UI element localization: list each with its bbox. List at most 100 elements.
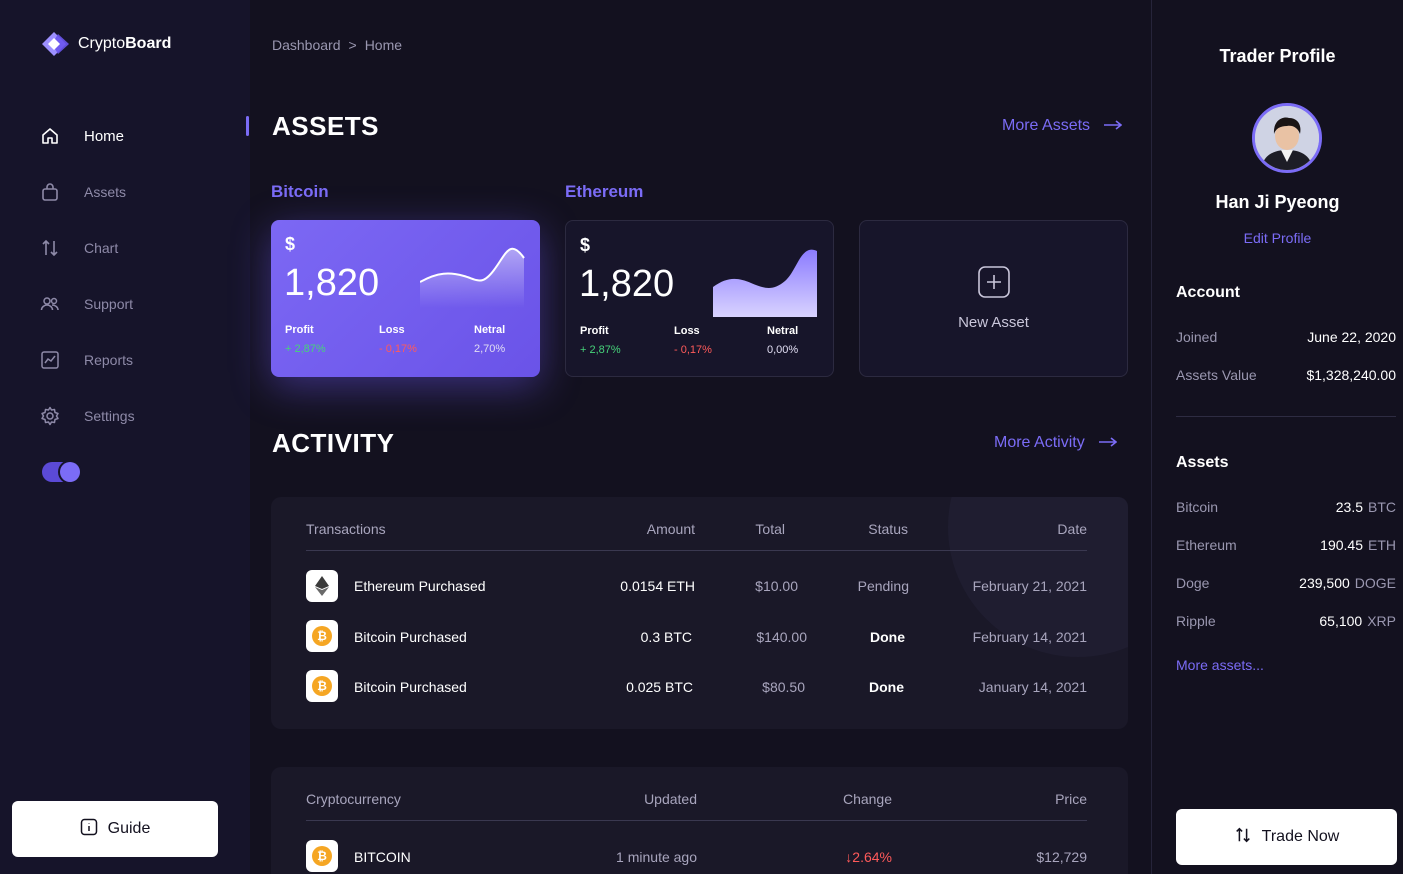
report-chart-icon [40, 350, 60, 370]
header-cryptocurrency: Cryptocurrency [306, 791, 401, 807]
table-row[interactable]: ₿ Bitcoin Purchased 0.3 BTC $140.00 Done… [306, 612, 1087, 662]
asset-value: 1,820 [284, 262, 380, 304]
holding-row: Bitcoin 23.5 BTC [1176, 499, 1396, 515]
trader-profile-panel: Trader Profile Han Ji Pyeong Edit Profil… [1151, 0, 1403, 874]
gear-icon [40, 406, 60, 426]
transactions-table: Transactions Amount Total Status Date Et… [271, 497, 1128, 729]
trade-now-button[interactable]: Trade Now [1176, 809, 1397, 865]
cryptocurrency-table: Cryptocurrency Updated Change Price ₿ BI… [271, 767, 1128, 874]
sidebar-item-assets[interactable]: Assets [40, 164, 135, 220]
app-name: CryptoBoard [78, 35, 172, 52]
plus-icon [977, 266, 1010, 302]
status-badge: Pending [857, 578, 909, 594]
transaction-amount: 0.025 BTC [626, 679, 693, 695]
loss-stat: Loss - 0,17% [674, 325, 712, 356]
swap-arrows-icon [40, 238, 60, 258]
profit-stat: Profit + 2,87% [580, 325, 621, 356]
breadcrumb-home[interactable]: Home [365, 37, 402, 53]
assets-section-title: Assets [1176, 454, 1229, 471]
holding-row: Ethereum 190.45 ETH [1176, 537, 1396, 553]
sidebar-item-label: Chart [84, 240, 119, 256]
activity-title: ACTIVITY [272, 428, 395, 458]
users-icon [40, 294, 60, 314]
account-section-title: Account [1176, 284, 1240, 301]
crypto-change: ↓2.64% [845, 849, 892, 865]
swap-arrows-icon [1234, 826, 1252, 849]
holding-row: Doge 239,500 DOGE [1176, 575, 1396, 591]
transaction-total: $10.00 [755, 578, 798, 594]
sidebar: CryptoBoard Home Assets Chart Support Re… [0, 0, 250, 874]
joined-row: Joined June 22, 2020 [1176, 329, 1396, 345]
sidebar-item-label: Support [84, 296, 134, 312]
bitcoin-asset-card[interactable]: $ 1,820 Profit + 2,87% Loss - 0,17% Netr… [271, 220, 540, 377]
sidebar-item-label: Home [84, 127, 125, 145]
bitcoin-icon: ₿ [306, 620, 338, 652]
trader-name: Han Ji Pyeong [1215, 192, 1340, 212]
header-transactions: Transactions [306, 521, 386, 537]
sidebar-item-reports[interactable]: Reports [40, 332, 135, 388]
breadcrumb: Dashboard > Home [272, 37, 402, 53]
sidebar-item-support[interactable]: Support [40, 276, 135, 332]
asset-value: 1,820 [579, 263, 675, 305]
header-amount: Amount [646, 521, 695, 537]
holding-row: Ripple 65,100 XRP [1176, 613, 1396, 629]
netral-stat: Netral 0,00% [767, 325, 799, 356]
assets-title: ASSETS [272, 111, 380, 141]
more-activity-link[interactable]: More Activity [994, 434, 1117, 452]
table-header: Transactions Amount Total Status Date [306, 497, 1087, 551]
bitcoin-sparkline [420, 247, 525, 308]
ethereum-sparkline [713, 249, 817, 317]
arrow-right-icon [1098, 434, 1117, 452]
transaction-date: January 14, 2021 [978, 679, 1087, 695]
crypto-updated: 1 minute ago [616, 849, 697, 865]
ethereum-asset-card[interactable]: $ 1,820 Profit + 2,87% Loss - 0,17% Netr… [565, 220, 834, 377]
table-row[interactable]: ₿ Bitcoin Purchased 0.025 BTC $80.50 Don… [306, 662, 1087, 712]
breadcrumb-dashboard[interactable]: Dashboard [272, 37, 341, 53]
transaction-name: Bitcoin Purchased [354, 679, 467, 695]
ethereum-icon [306, 570, 338, 602]
transaction-total: $140.00 [756, 629, 807, 645]
profile-panel-title: Trader Profile [1219, 46, 1336, 66]
transaction-date: February 21, 2021 [972, 578, 1087, 594]
transaction-name: Bitcoin Purchased [354, 629, 467, 645]
active-nav-marker [246, 116, 249, 136]
edit-profile-link[interactable]: Edit Profile [1152, 230, 1403, 246]
sidebar-item-settings[interactable]: Settings [40, 388, 135, 444]
new-asset-card[interactable]: New Asset [859, 220, 1128, 377]
currency-symbol: $ [285, 234, 296, 254]
transaction-name: Ethereum Purchased [354, 578, 486, 594]
assets-value-row: Assets Value $1,328,240.00 [1176, 367, 1396, 383]
guide-button[interactable]: Guide [12, 801, 218, 857]
new-asset-label: New Asset [958, 314, 1029, 331]
ethereum-card-title: Ethereum [565, 182, 644, 201]
divider [1176, 416, 1396, 417]
status-badge: Done [870, 629, 905, 645]
bag-icon [40, 182, 60, 202]
info-icon [80, 818, 98, 841]
theme-toggle[interactable] [42, 462, 80, 482]
more-activity-label: More Activity [994, 434, 1085, 451]
logo-diamond-icon [40, 30, 70, 58]
app-logo[interactable]: CryptoBoard [40, 30, 171, 58]
sidebar-item-label: Assets [84, 184, 127, 200]
bitcoin-icon: ₿ [306, 670, 338, 702]
profit-stat: Profit + 2,87% [285, 324, 326, 355]
toggle-knob [60, 462, 80, 482]
home-icon [40, 126, 60, 146]
transaction-total: $80.50 [762, 679, 805, 695]
netral-stat: Netral 2,70% [474, 324, 506, 355]
avatar[interactable] [1252, 103, 1322, 173]
sidebar-nav: Home Assets Chart Support Reports Settin… [40, 108, 135, 444]
sidebar-item-home[interactable]: Home [40, 108, 135, 164]
crypto-name: BITCOIN [354, 849, 411, 865]
transaction-date: February 14, 2021 [972, 629, 1087, 645]
more-assets-link[interactable]: More Assets [1002, 117, 1123, 135]
header-updated: Updated [644, 791, 697, 807]
table-row[interactable]: ₿ BITCOIN 1 minute ago ↓2.64% $12,729 [306, 831, 1087, 874]
sidebar-item-label: Settings [84, 408, 135, 424]
table-row[interactable]: Ethereum Purchased 0.0154 ETH $10.00 Pen… [306, 561, 1087, 611]
sidebar-item-chart[interactable]: Chart [40, 220, 135, 276]
more-assets-profile-link[interactable]: More assets... [1176, 657, 1264, 673]
currency-symbol: $ [580, 235, 591, 255]
header-change: Change [842, 791, 892, 807]
